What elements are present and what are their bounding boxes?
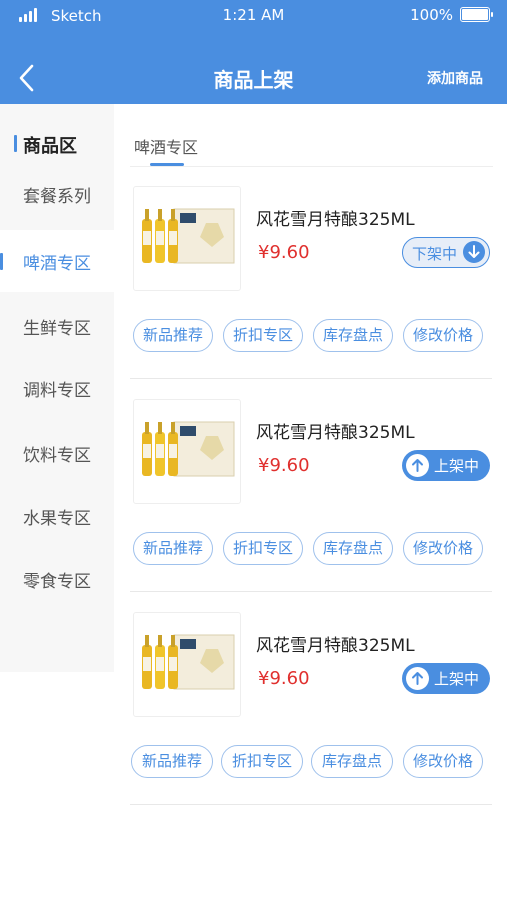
product-card: 风花雪月特酿325ML ¥9.60 下架中 新品推荐 折扣专区 库存盘点 修改价… (130, 167, 494, 379)
status-toggle-button[interactable]: 上架中 (402, 663, 490, 694)
discount-zone-button[interactable]: 折扣专区 (221, 745, 303, 778)
product-name: 风花雪月特酿325ML (256, 210, 415, 230)
product-price: ¥9.60 (258, 242, 310, 263)
battery-percent: 100% (410, 6, 453, 24)
inventory-check-button[interactable]: 库存盘点 (311, 745, 393, 778)
sidebar-item-label: 水果专区 (23, 509, 91, 529)
edit-price-button[interactable]: 修改价格 (403, 745, 483, 778)
new-recommend-button[interactable]: 新品推荐 (133, 319, 213, 352)
status-bar: Sketch 1:21 AM 100% (0, 0, 507, 32)
card-divider (130, 804, 492, 805)
card-divider (130, 378, 492, 379)
sidebar-item-label: 调料专区 (23, 381, 91, 401)
edit-price-button[interactable]: 修改价格 (403, 532, 483, 565)
product-image[interactable] (133, 612, 241, 717)
discount-zone-button[interactable]: 折扣专区 (223, 319, 303, 352)
product-list-panel: 啤酒专区 风花雪月特酿325ML ¥9.60 下架中 新品推荐 折扣专区 库存盘… (114, 104, 507, 900)
beer-pack-image (142, 634, 235, 690)
product-name: 风花雪月特酿325ML (256, 423, 415, 443)
inventory-check-button[interactable]: 库存盘点 (313, 319, 393, 352)
product-image[interactable] (133, 399, 241, 504)
product-card: 风花雪月特酿325ML ¥9.60 上架中 新品推荐 折扣专区 库存盘点 修改价… (130, 593, 494, 805)
edit-price-button[interactable]: 修改价格 (403, 319, 483, 352)
add-product-button[interactable]: 添加商品 (427, 68, 483, 88)
sidebar-item-label: 啤酒专区 (23, 254, 91, 274)
product-image[interactable] (133, 186, 241, 291)
category-sidebar: 商品区 套餐系列 啤酒专区 生鲜专区 调料专区 饮料专区 水果专区 零食专区 (0, 104, 114, 672)
arrow-up-icon (406, 667, 429, 690)
inventory-check-button[interactable]: 库存盘点 (313, 532, 393, 565)
sidebar-item-label: 零食专区 (23, 572, 91, 592)
status-label: 上架中 (434, 457, 480, 475)
product-price: ¥9.60 (258, 455, 310, 476)
sidebar-item-label: 饮料专区 (23, 446, 91, 466)
status-label: 下架中 (412, 245, 458, 263)
status-label: 上架中 (434, 670, 480, 688)
product-name: 风花雪月特酿325ML (256, 636, 415, 656)
sidebar-item-drinks[interactable]: 饮料专区 (0, 422, 114, 484)
sidebar-item-snacks[interactable]: 零食专区 (0, 548, 114, 610)
sidebar-item-beer[interactable]: 啤酒专区 (0, 230, 114, 292)
arrow-down-icon (463, 241, 485, 263)
sidebar-item-fresh[interactable]: 生鲜专区 (0, 295, 114, 357)
sidebar-heading-label: 商品区 (23, 136, 77, 157)
arrow-up-icon (406, 454, 429, 477)
new-recommend-button[interactable]: 新品推荐 (133, 532, 213, 565)
sidebar-item-set-meals[interactable]: 套餐系列 (0, 163, 114, 225)
sidebar-heading: 商品区 (0, 130, 114, 158)
new-recommend-button[interactable]: 新品推荐 (131, 745, 213, 778)
card-divider (130, 591, 492, 592)
status-toggle-button[interactable]: 上架中 (402, 450, 490, 481)
active-indicator (0, 253, 3, 270)
product-card: 风花雪月特酿325ML ¥9.60 上架中 新品推荐 折扣专区 库存盘点 修改价… (130, 380, 494, 592)
header: Sketch 1:21 AM 100% 商品上架 添加商品 (0, 0, 507, 104)
status-toggle-button[interactable]: 下架中 (402, 237, 490, 268)
discount-zone-button[interactable]: 折扣专区 (223, 532, 303, 565)
beer-pack-image (142, 208, 235, 264)
sidebar-item-label: 套餐系列 (23, 187, 91, 207)
sidebar-item-fruit[interactable]: 水果专区 (0, 485, 114, 547)
tab-beer[interactable]: 啤酒专区 (134, 134, 198, 158)
product-price: ¥9.60 (258, 668, 310, 689)
battery-icon (460, 7, 493, 22)
sidebar-item-seasoning[interactable]: 调料专区 (0, 357, 114, 419)
beer-pack-image (142, 421, 235, 477)
sidebar-item-label: 生鲜专区 (23, 319, 91, 339)
